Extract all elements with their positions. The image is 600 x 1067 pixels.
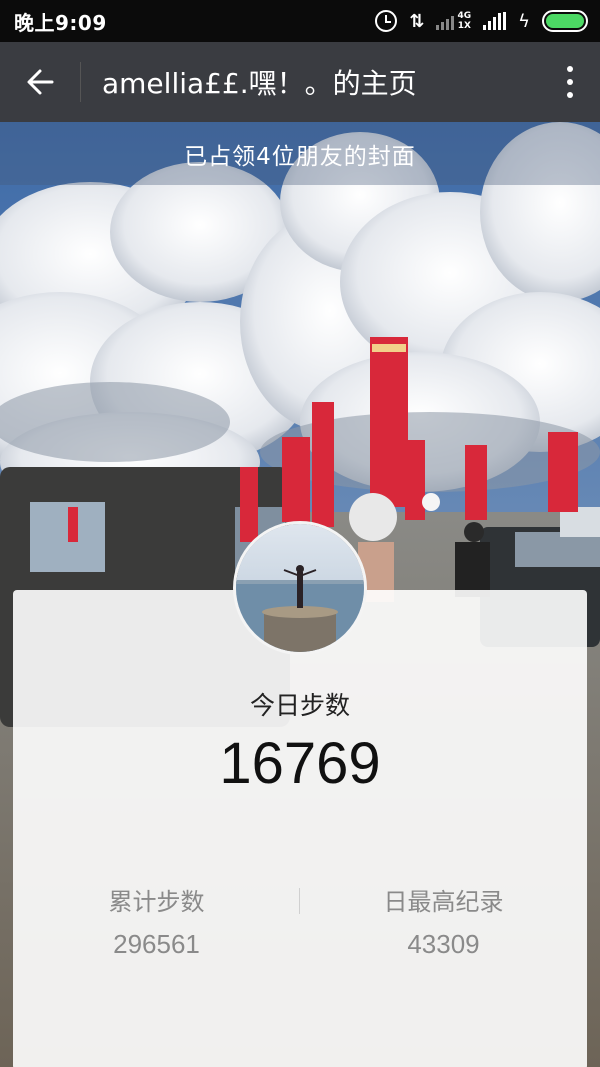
- avatar-image: [236, 524, 364, 652]
- cellular-4g-signal: 4G 1X: [436, 11, 471, 31]
- record-steps-value: 43309: [407, 929, 480, 959]
- app-bar: amellia££.嘿！。的主页: [0, 42, 600, 122]
- battery-fill: [546, 14, 584, 28]
- avatar[interactable]: [233, 521, 367, 655]
- status-time: 晚上9:09: [14, 10, 107, 35]
- more-vertical-icon[interactable]: [540, 42, 600, 122]
- total-steps-label: 累计步数: [108, 888, 205, 916]
- status-icons: ⇅ 4G 1X ϟ: [375, 10, 588, 32]
- cover-banner: 已占领4位朋友的封面: [0, 122, 600, 185]
- alarm-icon: [375, 10, 398, 32]
- battery-icon: [542, 10, 588, 32]
- signal-icon-secondary: [436, 12, 455, 30]
- total-steps-block: 累计步数 296561: [13, 882, 300, 960]
- today-steps-label: 今日步数: [249, 691, 350, 720]
- record-steps-block: 日最高纪录 43309: [300, 882, 587, 960]
- data-transfer-icon: ⇅: [409, 10, 425, 32]
- stats-card: 今日步数 16769 累计步数 296561 日最高纪录 43309: [13, 590, 587, 1067]
- back-button[interactable]: [0, 42, 80, 122]
- page-title: amellia££.嘿！。的主页: [102, 67, 417, 100]
- network-type-label: 4G: [457, 11, 472, 21]
- charging-icon: ϟ: [518, 10, 530, 32]
- back-arrow-icon: [27, 69, 54, 95]
- network-sub-label: 1X: [457, 21, 471, 31]
- status-bar: 晚上9:09 ⇅ 4G 1X ϟ: [0, 0, 600, 42]
- today-steps-value: 16769: [219, 731, 381, 796]
- total-steps-value: 296561: [113, 929, 200, 959]
- record-steps-label: 日最高纪录: [383, 888, 504, 916]
- signal-icon: [483, 12, 507, 30]
